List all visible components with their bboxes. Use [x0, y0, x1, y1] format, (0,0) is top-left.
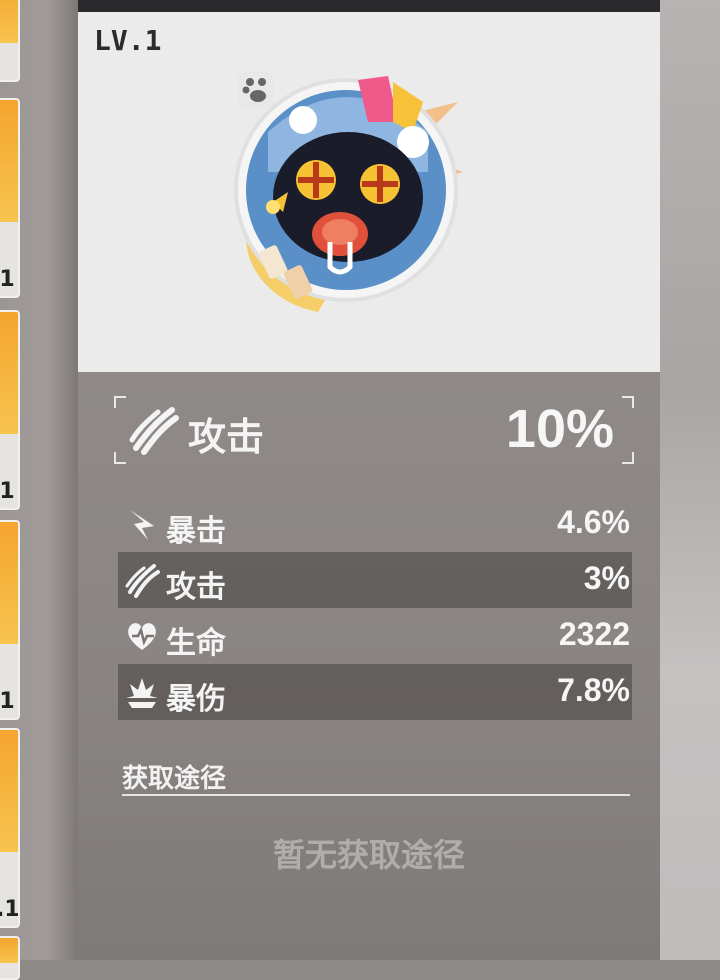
stats-panel: 攻击 10% 暴击 4.6% 攻击 3% 生命 2322 暴伤 7.8% 获取途…: [78, 372, 660, 960]
item-slot[interactable]: 1: [0, 310, 20, 510]
claw-icon: [125, 564, 160, 598]
item-list: 1 1 1 .1: [0, 0, 78, 980]
item-level: 1: [0, 267, 15, 292]
acquisition-title: 获取途径: [122, 764, 227, 794]
sub-stat-value: 3%: [583, 560, 630, 596]
item-detail-card: LV.1 攻击 10% 暴击 4.6% 攻击 3% 生命 2322 暴伤 7.8…: [78, 12, 660, 960]
divider: [122, 794, 630, 796]
background-scene: [660, 0, 720, 960]
claw-icon: [129, 407, 179, 455]
item-slot[interactable]: 1: [0, 520, 20, 720]
main-stat-label: 攻击: [188, 415, 265, 459]
heart-pulse-icon: [128, 623, 156, 650]
paw-icon: [238, 72, 274, 108]
item-level: 1: [0, 689, 15, 714]
acquisition-empty-text: 暂无获取途径: [272, 836, 465, 874]
main-stat: 攻击 10%: [114, 396, 634, 464]
sub-stat-label: 暴伤: [166, 682, 226, 717]
main-stat-value: 10%: [505, 399, 614, 459]
item-slot[interactable]: .1: [0, 728, 20, 928]
item-level: 1: [0, 479, 15, 504]
sub-stat-row: 暴伤 7.8%: [118, 664, 632, 720]
item-slot[interactable]: [0, 936, 20, 980]
level-label: LV.1: [94, 24, 162, 57]
sub-stat-row: 攻击 3%: [118, 552, 632, 608]
sub-stat-row: 暴击 4.6%: [118, 496, 632, 552]
item-level: .1: [0, 897, 20, 922]
sub-stat-label: 攻击: [166, 570, 226, 605]
sub-stat-value: 2322: [558, 616, 630, 652]
portrait-area: LV.1: [78, 12, 660, 372]
sub-stat-row: 生命 2322: [118, 608, 632, 664]
sub-stat-label: 暴击: [166, 514, 226, 549]
sub-stat-value: 4.6%: [557, 504, 630, 540]
item-slot[interactable]: [0, 0, 20, 82]
sub-stat-value: 7.8%: [557, 672, 630, 708]
sub-stat-label: 生命: [166, 626, 226, 661]
item-slot[interactable]: 1: [0, 98, 20, 298]
top-bar: [78, 0, 660, 12]
crit-icon: [130, 510, 154, 540]
crit-damage-icon: [126, 678, 158, 708]
